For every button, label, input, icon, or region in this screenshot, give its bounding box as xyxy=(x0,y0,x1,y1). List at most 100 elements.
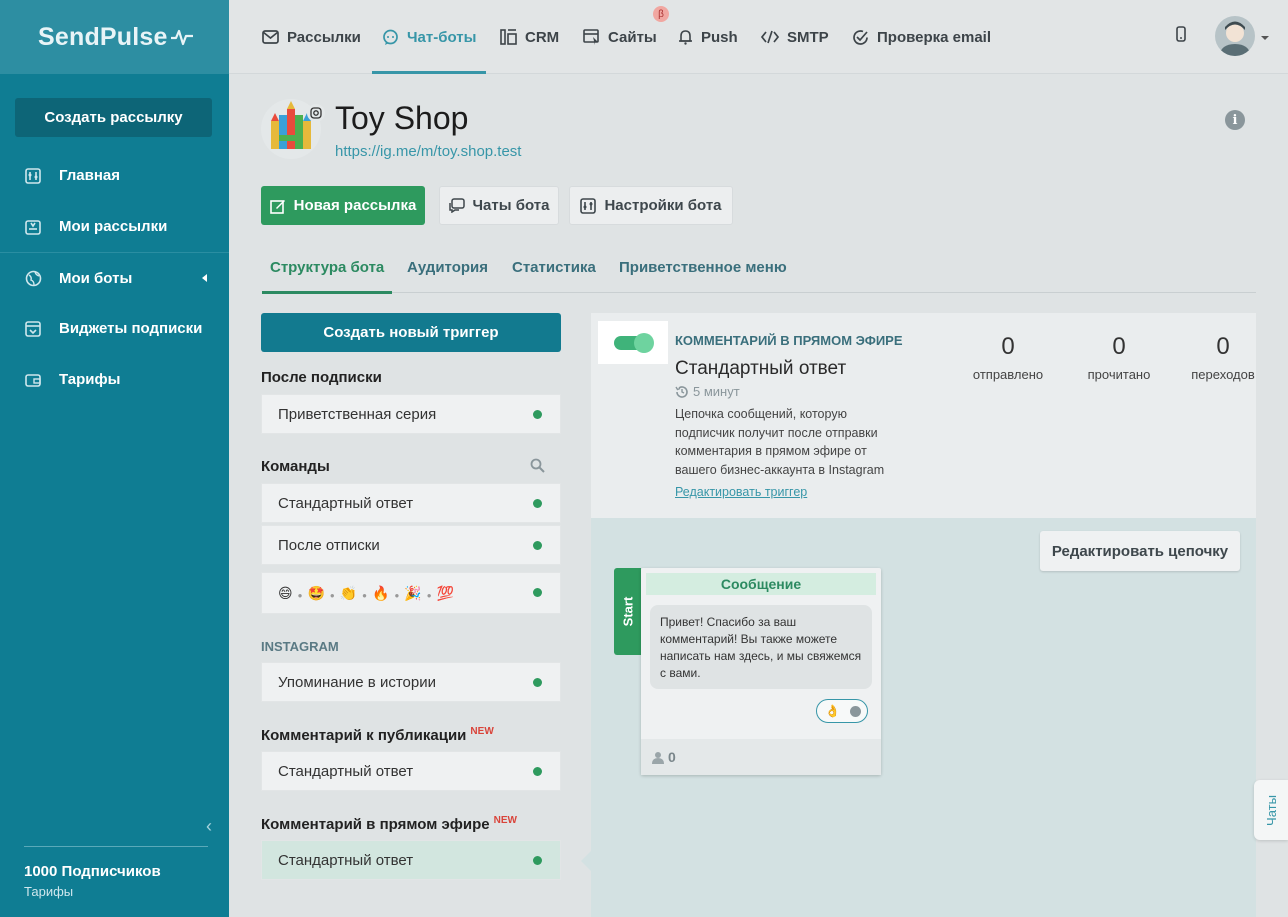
widget-icon xyxy=(24,320,42,338)
chevron-down-icon[interactable] xyxy=(1261,36,1269,40)
new-badge: NEW xyxy=(470,726,494,737)
pulse-icon xyxy=(170,29,193,46)
toggle-switch[interactable] xyxy=(614,332,654,353)
trigger-emoji[interactable]: 😄 ● 🤩 ● 👏 ● 🔥 ● 🎉 ● 💯 xyxy=(261,572,561,614)
toggle-knob xyxy=(850,706,861,717)
start-marker: Start xyxy=(614,568,641,655)
mailings-icon xyxy=(24,218,42,236)
plan-link[interactable]: Тарифы xyxy=(24,884,208,899)
bot-settings-button[interactable]: Настройки бота xyxy=(569,186,733,225)
topnav-mailings[interactable]: Рассылки xyxy=(262,0,361,74)
trigger-story-mention[interactable]: Упоминание в истории xyxy=(261,662,561,702)
sidebar-item-label: Главная xyxy=(59,167,121,184)
trigger-delay: 5 минут xyxy=(675,384,740,399)
chat-icon xyxy=(382,29,399,46)
trigger-name: Стандартный ответ xyxy=(675,358,847,379)
tab-audience[interactable]: Аудитория xyxy=(407,241,488,293)
instagram-icon xyxy=(307,104,325,122)
globe-icon xyxy=(24,269,42,287)
section-instagram: INSTAGRAM xyxy=(261,639,339,654)
message-bubble: Привет! Спасибо за ваш комментарий! Вы т… xyxy=(650,605,872,689)
tab-welcome-menu[interactable]: Приветственное меню xyxy=(619,241,787,293)
create-mailing-button[interactable]: Создать рассылку xyxy=(15,98,212,137)
sidebar-item-mailings[interactable]: Мои рассылки xyxy=(0,201,229,252)
reaction-emoji: 👌 xyxy=(825,704,840,718)
top-nav: Рассылки Чат-боты CRM Сайты β Push SMTP … xyxy=(229,0,1288,74)
trigger-welcome-series[interactable]: Приветственная серия xyxy=(261,394,561,434)
edit-chain-button[interactable]: Редактировать цепочку xyxy=(1040,531,1240,571)
new-badge: NEW xyxy=(493,815,517,826)
chats-icon xyxy=(448,198,465,213)
emoji-list: 😄 ● 🤩 ● 👏 ● 🔥 ● 🎉 ● 💯 xyxy=(278,584,456,601)
topnav-email-check[interactable]: Проверка email xyxy=(852,0,991,74)
sidebar-nav: Главная Мои рассылки Мои боты Виджеты по… xyxy=(0,150,229,405)
stat-sent: 0 отправлено xyxy=(972,333,1044,382)
history-icon xyxy=(675,385,689,399)
site-icon xyxy=(583,29,600,45)
sidebar-item-label: Тарифы xyxy=(59,371,121,388)
mobile-icon[interactable] xyxy=(1175,26,1187,47)
trigger-description: Цепочка сообщений, которую подписчик пол… xyxy=(675,407,885,477)
topnav-crm[interactable]: CRM xyxy=(500,0,559,74)
chats-side-tab[interactable]: Чаты xyxy=(1254,780,1288,840)
expand-arrow-icon[interactable] xyxy=(202,274,207,282)
topnav-push[interactable]: Push xyxy=(678,0,738,74)
active-status-dot xyxy=(533,767,542,776)
tab-structure[interactable]: Структура бота xyxy=(261,241,393,294)
active-status-dot xyxy=(533,678,542,687)
code-icon xyxy=(761,30,779,44)
recipient-count: 0 xyxy=(668,749,676,765)
reaction-toggle[interactable]: 👌 xyxy=(816,699,868,723)
logo-text: SendPulse xyxy=(38,22,168,51)
edit-trigger-link[interactable]: Редактировать триггер xyxy=(675,485,807,499)
sidebar-item-label: Мои боты xyxy=(59,269,133,287)
stat-clicks: 0 переходов xyxy=(1191,333,1255,382)
search-icon[interactable] xyxy=(530,458,545,478)
trigger-kind: КОММЕНТАРИЙ В ПРЯМОМ ЭФИРЕ xyxy=(675,333,903,348)
info-icon[interactable]: i xyxy=(1225,110,1245,130)
subscription-info[interactable]: 1000 Подписчиков Тарифы xyxy=(24,846,208,899)
trigger-after-unsubscribe[interactable]: После отписки xyxy=(261,525,561,565)
sidebar-item-widgets[interactable]: Виджеты подписки xyxy=(0,303,229,354)
tab-statistics[interactable]: Статистика xyxy=(512,241,596,293)
active-status-dot xyxy=(533,541,542,550)
bot-name: Toy Shop xyxy=(335,100,469,136)
flow-canvas[interactable]: Редактировать цепочку Start Сообщение Пр… xyxy=(591,518,1256,917)
message-node[interactable]: Сообщение Привет! Спасибо за ваш коммент… xyxy=(641,568,881,775)
check-icon xyxy=(852,29,869,46)
user-icon xyxy=(652,751,664,764)
mail-icon xyxy=(262,30,279,44)
sidebar-item-tariffs[interactable]: Тарифы xyxy=(0,354,229,405)
logo[interactable]: SendPulse xyxy=(0,0,229,74)
trigger-post-standard[interactable]: Стандартный ответ xyxy=(261,751,561,791)
section-after-subscribe: После подписки xyxy=(261,369,382,386)
active-status-dot xyxy=(533,588,542,597)
beta-badge: β xyxy=(653,6,669,22)
sidebar-item-bots[interactable]: Мои боты xyxy=(0,252,229,303)
bot-chats-button[interactable]: Чаты бота xyxy=(439,186,559,225)
message-node-footer: 0 xyxy=(641,739,881,775)
wallet-icon xyxy=(24,371,42,389)
new-mailing-button[interactable]: Новая рассылка xyxy=(261,186,425,225)
avatar[interactable] xyxy=(1215,16,1255,56)
topnav-smtp[interactable]: SMTP xyxy=(761,0,829,74)
trigger-detail-panel: КОММЕНТАРИЙ В ПРЯМОМ ЭФИРЕ Стандартный о… xyxy=(591,313,1256,518)
bell-icon xyxy=(678,29,693,45)
active-status-dot xyxy=(533,410,542,419)
bot-link[interactable]: https://ig.me/m/toy.shop.test xyxy=(335,143,521,160)
subscriber-count: 1000 Подписчиков xyxy=(24,863,161,880)
create-trigger-button[interactable]: Создать новый триггер xyxy=(261,313,561,352)
section-live-comment: Комментарий в прямом эфире NEW xyxy=(261,815,517,833)
crm-icon xyxy=(500,29,517,45)
settings-icon xyxy=(580,197,597,214)
sidebar-item-home[interactable]: Главная xyxy=(0,150,229,201)
bot-tabs: Структура бота Аудитория Статистика Прив… xyxy=(261,241,1256,294)
section-commands: Команды xyxy=(261,458,330,475)
topnav-sites[interactable]: Сайты xyxy=(583,0,657,74)
collapse-sidebar-icon[interactable]: ‹ xyxy=(206,816,212,837)
trigger-standard-reply[interactable]: Стандартный ответ xyxy=(261,483,561,523)
trigger-toggle[interactable] xyxy=(598,321,668,364)
topnav-chatbots[interactable]: Чат-боты xyxy=(371,0,487,74)
trigger-live-standard[interactable]: Стандартный ответ xyxy=(261,840,561,880)
stat-read: 0 прочитано xyxy=(1087,333,1151,382)
